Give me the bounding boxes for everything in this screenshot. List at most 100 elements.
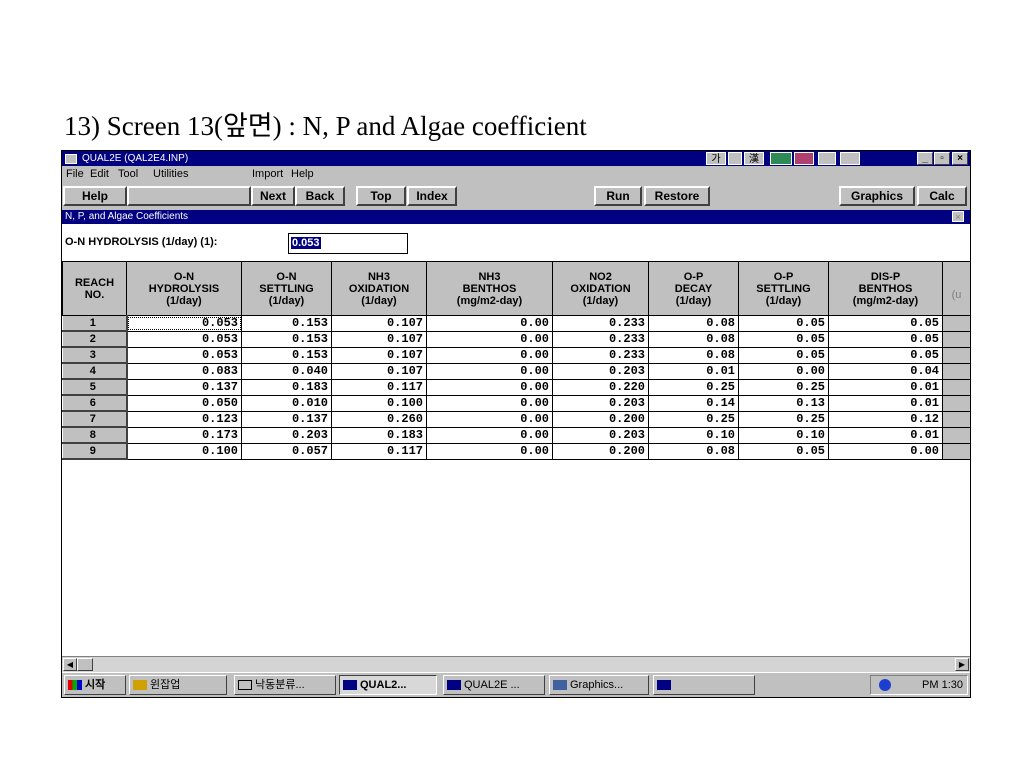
back-button[interactable]: Back	[295, 186, 345, 206]
network-icon[interactable]	[879, 679, 891, 691]
value-cell[interactable]: 0.01	[648, 362, 739, 380]
graphics-button[interactable]: Graphics	[839, 186, 915, 206]
value-cell[interactable]: 0.173	[126, 426, 242, 444]
ime-hanja-button[interactable]: 漢	[744, 152, 764, 165]
value-cell[interactable]: 0.040	[241, 362, 332, 380]
value-cell[interactable]: 0.00	[426, 315, 553, 332]
value-cell[interactable]: 0.137	[126, 378, 242, 396]
value-cell[interactable]: 0.14	[648, 394, 739, 412]
value-cell[interactable]: 0.233	[552, 315, 649, 332]
ime-mode-icon[interactable]	[728, 152, 742, 165]
value-cell[interactable]: 0.057	[241, 442, 332, 460]
value-cell[interactable]: 0.053	[126, 315, 242, 332]
value-cell[interactable]: 0.203	[241, 426, 332, 444]
value-cell[interactable]: 0.260	[331, 410, 427, 428]
value-cell[interactable]: 0.08	[648, 442, 739, 460]
value-cell[interactable]: 0.25	[648, 410, 739, 428]
value-cell[interactable]: 0.200	[552, 442, 649, 460]
value-cell[interactable]: 0.050	[126, 394, 242, 412]
value-cell[interactable]: 0.153	[241, 330, 332, 348]
horizontal-scrollbar[interactable]: ◀ ▶	[62, 656, 970, 672]
value-cell[interactable]: 0.00	[426, 442, 553, 460]
value-cell[interactable]: 0.183	[241, 378, 332, 396]
next-button[interactable]: Next	[251, 186, 295, 206]
task-item-4[interactable]: QUAL2E ...	[443, 675, 545, 695]
menu-edit[interactable]: Edit	[90, 166, 109, 182]
reach-number-cell[interactable]: 4	[62, 362, 128, 380]
menu-import[interactable]: Import	[252, 166, 283, 182]
value-cell[interactable]: 0.183	[331, 426, 427, 444]
value-cell[interactable]: 0.08	[648, 315, 739, 332]
value-cell[interactable]: 0.117	[331, 378, 427, 396]
menu-utilities[interactable]: Utilities	[153, 166, 188, 182]
value-cell[interactable]: 0.05	[738, 330, 829, 348]
reach-number-cell[interactable]: 9	[62, 442, 128, 460]
value-cell[interactable]: 0.153	[241, 315, 332, 332]
index-button[interactable]: Index	[407, 186, 457, 206]
maximize-button[interactable]: ▫	[934, 152, 950, 165]
value-cell[interactable]: 0.203	[552, 394, 649, 412]
value-cell[interactable]: 0.05	[828, 346, 943, 364]
value-cell[interactable]: 0.05	[738, 442, 829, 460]
tray-settings-icon[interactable]	[840, 152, 860, 165]
close-button[interactable]: ×	[952, 152, 968, 165]
value-cell[interactable]: 0.100	[331, 394, 427, 412]
value-cell[interactable]: 0.100	[126, 442, 242, 460]
value-cell[interactable]: 0.01	[828, 426, 943, 444]
value-cell[interactable]: 0.107	[331, 330, 427, 348]
task-item-2[interactable]: 낙동분류...	[234, 675, 336, 695]
tray-keyboard-icon[interactable]	[818, 152, 836, 165]
value-cell[interactable]: 0.05	[738, 315, 829, 332]
value-cell[interactable]: 0.00	[738, 362, 829, 380]
value-cell[interactable]: 0.25	[648, 378, 739, 396]
value-cell[interactable]: 0.203	[552, 426, 649, 444]
value-cell[interactable]: 0.00	[426, 394, 553, 412]
reach-number-cell[interactable]: 7	[62, 410, 128, 428]
value-cell[interactable]: 0.04	[828, 362, 943, 380]
tray-heart-icon[interactable]	[770, 152, 792, 165]
task-item-6[interactable]	[653, 675, 755, 695]
task-item-1[interactable]: 윈잡업	[129, 675, 227, 695]
value-cell[interactable]: 0.053	[126, 346, 242, 364]
value-cell[interactable]: 0.01	[828, 378, 943, 396]
subwindow-close-icon[interactable]: ×	[952, 211, 964, 222]
value-cell[interactable]: 0.117	[331, 442, 427, 460]
restore-button[interactable]: Restore	[644, 186, 710, 206]
value-cell[interactable]: 0.01	[828, 394, 943, 412]
reach-number-cell[interactable]: 3	[62, 346, 128, 364]
value-cell[interactable]: 0.08	[648, 330, 739, 348]
value-cell[interactable]: 0.010	[241, 394, 332, 412]
task-item-5[interactable]: Graphics...	[549, 675, 649, 695]
value-cell[interactable]: 0.05	[738, 346, 829, 364]
value-cell[interactable]: 0.00	[426, 410, 553, 428]
calc-button[interactable]: Calc	[917, 186, 967, 206]
start-button[interactable]: 시작	[64, 675, 126, 695]
value-cell[interactable]: 0.233	[552, 346, 649, 364]
scroll-thumb[interactable]	[77, 658, 93, 671]
value-cell[interactable]: 0.00	[426, 362, 553, 380]
reach-number-cell[interactable]: 1	[62, 315, 128, 332]
menu-tool[interactable]: Tool	[118, 166, 138, 182]
reach-number-cell[interactable]: 6	[62, 394, 128, 412]
value-cell[interactable]: 0.12	[828, 410, 943, 428]
reach-number-cell[interactable]: 8	[62, 426, 128, 444]
value-cell[interactable]: 0.203	[552, 362, 649, 380]
value-cell[interactable]: 0.00	[426, 378, 553, 396]
value-cell[interactable]: 0.200	[552, 410, 649, 428]
value-cell[interactable]: 0.00	[426, 330, 553, 348]
value-cell[interactable]: 0.123	[126, 410, 242, 428]
top-button[interactable]: Top	[356, 186, 406, 206]
value-cell[interactable]: 0.233	[552, 330, 649, 348]
value-cell[interactable]: 0.10	[648, 426, 739, 444]
value-cell[interactable]: 0.083	[126, 362, 242, 380]
value-cell[interactable]: 0.107	[331, 315, 427, 332]
value-cell[interactable]: 0.25	[738, 378, 829, 396]
value-cell[interactable]: 0.153	[241, 346, 332, 364]
value-cell[interactable]: 0.13	[738, 394, 829, 412]
value-cell[interactable]: 0.053	[126, 330, 242, 348]
on-hydrolysis-input[interactable]: 0.053	[288, 233, 408, 254]
value-cell[interactable]: 0.107	[331, 346, 427, 364]
reach-number-cell[interactable]: 2	[62, 330, 128, 348]
value-cell[interactable]: 0.10	[738, 426, 829, 444]
ime-hangul-button[interactable]: 가	[706, 152, 726, 165]
